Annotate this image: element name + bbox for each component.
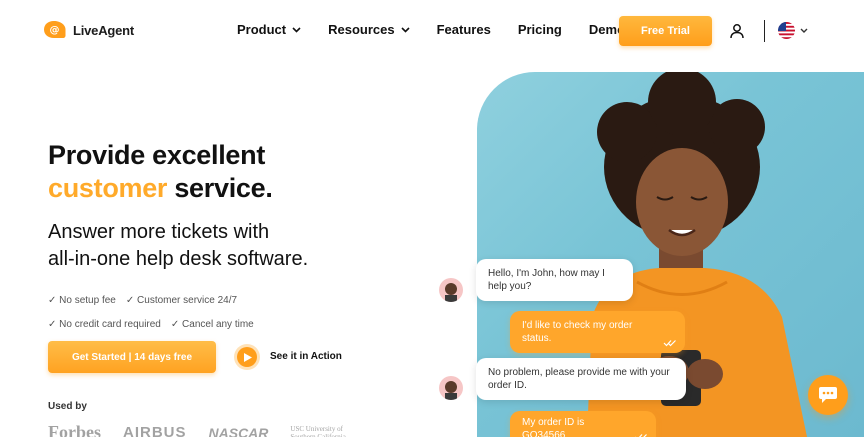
agent-avatar-icon <box>445 283 457 302</box>
play-button-inner <box>237 347 257 367</box>
chevron-down-icon <box>401 26 410 33</box>
headline-line2: customer service. <box>48 172 273 205</box>
nav-product-label: Product <box>237 22 287 37</box>
chat-message-text: No problem, please provide me with your … <box>488 367 670 391</box>
agent-avatar-icon <box>445 381 457 400</box>
double-check-icon <box>635 434 647 437</box>
liveagent-logo-icon: @ <box>44 21 66 38</box>
main-nav: Product Resources Features Pricing Demo <box>237 22 625 37</box>
svg-text:@: @ <box>50 25 60 36</box>
chat-message-text: My order ID is GQ34566 <box>522 417 585 437</box>
brand-logos: Forbes AIRBUS NASCAR USC University of S… <box>48 422 350 437</box>
feature-item: ✓ No credit card required <box>48 319 161 330</box>
nav-pricing-label: Pricing <box>517 22 562 37</box>
nav-resources-label: Resources <box>328 22 395 37</box>
nascar-logo: NASCAR <box>208 424 269 437</box>
headline-line1: Provide excellent <box>48 140 266 170</box>
play-icon <box>244 352 252 362</box>
hero-headline: Provide excellent customer service. <box>48 139 273 205</box>
feature-row: ✓ No credit card required ✓ Cancel any t… <box>48 313 254 337</box>
chat-message-customer: I'd like to check my order status. <box>510 311 685 353</box>
user-icon[interactable] <box>729 23 745 39</box>
airbus-logo: AIRBUS <box>123 424 187 437</box>
free-trial-button[interactable]: Free Trial <box>619 16 712 46</box>
nav-features[interactable]: Features <box>437 22 491 37</box>
hero-subhead: Answer more tickets with all-in-one help… <box>48 219 308 273</box>
chat-message-customer: My order ID is GQ34566 <box>510 411 656 437</box>
headline-rest: service. <box>167 173 273 203</box>
chat-bubble-icon <box>819 387 837 403</box>
chevron-down-icon[interactable] <box>800 28 808 34</box>
forbes-logo: Forbes <box>48 422 101 437</box>
feature-list: ✓ No setup fee ✓ Customer service 24/7 ✓… <box>48 289 254 337</box>
headline-accent: customer <box>48 173 168 203</box>
feature-item: ✓ Customer service 24/7 <box>125 295 238 306</box>
feature-row: ✓ No setup fee ✓ Customer service 24/7 <box>48 289 254 313</box>
header-divider <box>764 20 765 42</box>
nav-resources[interactable]: Resources <box>328 22 410 37</box>
chat-widget-button[interactable] <box>808 375 848 415</box>
logo[interactable]: @ LiveAgent <box>43 20 134 40</box>
get-started-button[interactable]: Get Started | 14 days free <box>48 341 216 373</box>
logo-text: LiveAgent <box>73 22 135 38</box>
avatar <box>439 376 463 400</box>
nav-product[interactable]: Product <box>237 22 301 37</box>
us-flag-icon[interactable] <box>778 22 795 39</box>
nav-pricing[interactable]: Pricing <box>518 22 562 37</box>
used-by-label: Used by <box>48 401 87 412</box>
chat-message-text: Hello, I'm John, how may I help you? <box>488 268 605 292</box>
usc-logo: USC University of Southern California <box>290 424 346 437</box>
site-header: @ LiveAgent Product Resources Features P… <box>0 0 864 62</box>
chat-message-text: I'd like to check my order status. <box>522 320 633 344</box>
feature-item: ✓ Cancel any time <box>170 319 254 330</box>
subhead-line1: Answer more tickets with <box>48 221 270 243</box>
chat-message-agent: No problem, please provide me with your … <box>476 358 686 400</box>
double-check-icon <box>663 340 676 347</box>
avatar <box>439 278 463 302</box>
feature-item: ✓ No setup fee <box>48 295 116 306</box>
play-button[interactable] <box>234 344 260 370</box>
see-it-in-action-link[interactable]: See it in Action <box>270 351 342 362</box>
subhead-line2: all-in-one help desk software. <box>48 248 309 270</box>
chevron-down-icon <box>292 26 301 33</box>
nav-features-label: Features <box>436 22 491 37</box>
chat-message-agent: Hello, I'm John, how may I help you? <box>476 259 633 301</box>
